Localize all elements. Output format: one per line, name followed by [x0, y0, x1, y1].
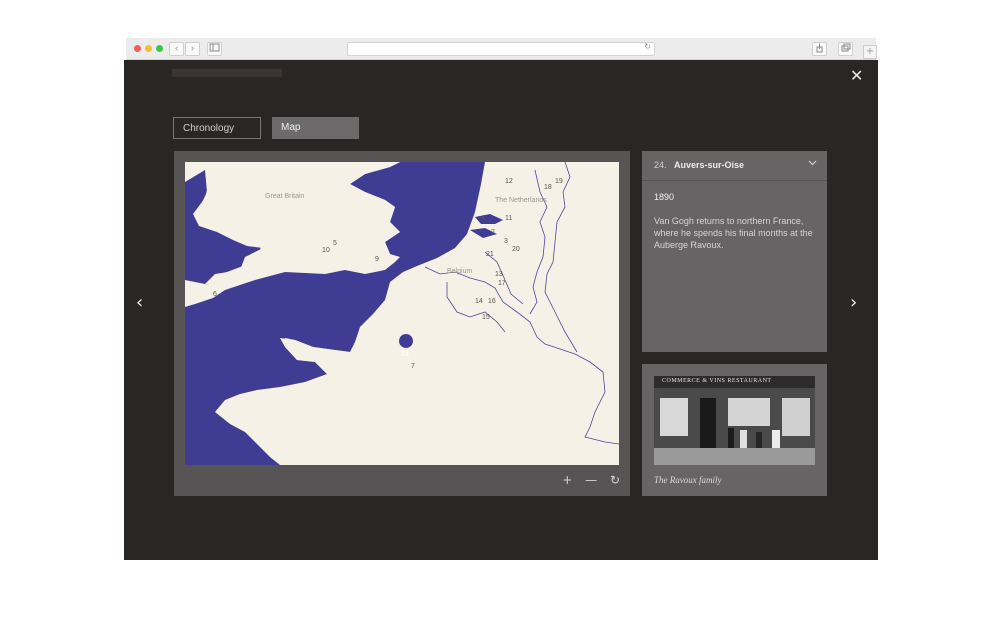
map-marker[interactable]: 18: [544, 184, 552, 191]
close-window-dot[interactable]: [134, 45, 141, 52]
map-marker[interactable]: 3: [504, 238, 508, 245]
map-marker[interactable]: 15: [482, 314, 490, 321]
label-netherlands: The Netherlands: [495, 197, 547, 204]
map-marker[interactable]: 21: [486, 251, 494, 258]
selected-marker-label: 24: [401, 351, 409, 358]
sidebar-toggle-icon[interactable]: [207, 42, 222, 56]
tab-chronology[interactable]: Chronology: [173, 117, 261, 139]
photo-illustration: [654, 376, 815, 465]
map-marker[interactable]: 20: [512, 246, 520, 253]
chevron-down-icon[interactable]: [808, 158, 817, 169]
selected-marker-pin[interactable]: [399, 334, 414, 366]
map-marker[interactable]: 11: [505, 215, 512, 222]
location-name: Auvers-sur-Oise: [674, 160, 745, 170]
map-marker[interactable]: 7: [411, 363, 415, 370]
map-marker[interactable]: 9: [375, 256, 379, 263]
map-marker[interactable]: 14: [475, 298, 483, 305]
zoom-in-icon[interactable]: +: [562, 473, 572, 487]
background-page-title: [172, 69, 282, 77]
minimize-window-dot[interactable]: [145, 45, 152, 52]
reset-view-icon[interactable]: ↻: [610, 473, 620, 487]
tabs-overview-icon[interactable]: [838, 42, 853, 56]
photo-panel: COMMERCE & VINS RESTAURANT The Ravoux fa…: [642, 364, 827, 496]
location-description: Van Gogh returns to northern France, whe…: [654, 216, 813, 250]
zoom-out-icon[interactable]: —: [585, 473, 597, 487]
location-number: 24.: [654, 160, 667, 170]
location-header[interactable]: 24. Auvers-sur-Oise: [642, 151, 827, 181]
next-arrow-icon[interactable]: ›: [850, 292, 857, 313]
map-marker[interactable]: 2: [491, 229, 495, 236]
map-marker[interactable]: 19: [555, 178, 563, 185]
map-marker[interactable]: 13: [495, 271, 503, 278]
browser-toolbar: ‹ › ↻: [126, 38, 876, 60]
forward-button[interactable]: ›: [185, 42, 200, 56]
reload-icon[interactable]: ↻: [644, 42, 651, 51]
location-year: 1890: [654, 192, 675, 202]
lightbox-overlay: ✕ Chronology Map ‹ › Great Britain The N…: [124, 60, 878, 560]
share-icon[interactable]: [812, 42, 827, 56]
close-icon[interactable]: ✕: [850, 68, 863, 84]
map-marker[interactable]: 6: [213, 291, 217, 298]
map-controls: + — ↻: [553, 473, 620, 487]
previous-arrow-icon[interactable]: ‹: [136, 292, 143, 313]
map-marker[interactable]: 5: [333, 240, 337, 247]
map-canvas[interactable]: Great Britain The Netherlands Belgium 12…: [185, 162, 619, 465]
map-marker[interactable]: 10: [322, 247, 330, 254]
photo-caption: The Ravoux family: [654, 475, 722, 485]
photo-sign-text: COMMERCE & VINS RESTAURANT: [662, 378, 772, 384]
label-belgium: Belgium: [447, 268, 473, 275]
label-great-britain: Great Britain: [265, 193, 305, 200]
tab-map[interactable]: Map: [272, 117, 359, 139]
map-marker[interactable]: 12: [505, 178, 513, 185]
map-marker[interactable]: 17: [498, 280, 506, 287]
maximize-window-dot[interactable]: [156, 45, 163, 52]
delta-islands: [470, 214, 503, 238]
map-marker[interactable]: 16: [488, 298, 496, 305]
new-tab-button[interactable]: +: [863, 45, 877, 59]
address-bar[interactable]: ↻: [347, 42, 655, 56]
map-svg: [185, 162, 619, 465]
back-button[interactable]: ‹: [169, 42, 184, 56]
map-marker[interactable]: 4: [481, 215, 485, 222]
map-panel: Great Britain The Netherlands Belgium 12…: [174, 151, 630, 496]
ravoux-photo[interactable]: COMMERCE & VINS RESTAURANT: [654, 376, 815, 465]
location-info-panel: 24. Auvers-sur-Oise 1890 Van Gogh return…: [642, 151, 827, 352]
